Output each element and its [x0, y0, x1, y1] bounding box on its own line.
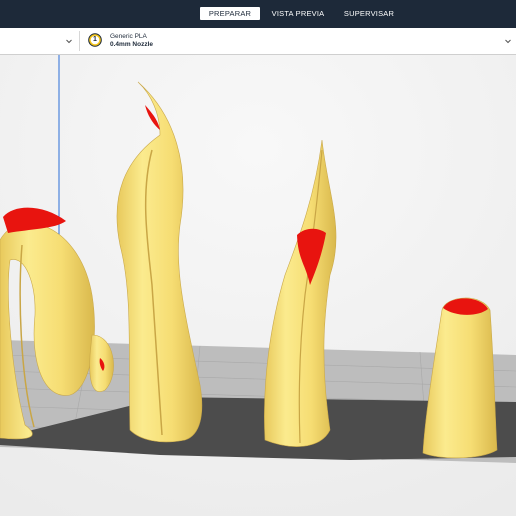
chevron-down-icon	[66, 39, 72, 44]
3d-viewport[interactable]	[0, 55, 516, 516]
material-nozzle-selector[interactable]: 1 Generic PLA 0.4mm Nozzle	[80, 28, 516, 54]
printer-selector[interactable]	[0, 28, 80, 54]
extruder-number: 1	[93, 36, 97, 43]
extruder-badge: 1	[88, 33, 102, 47]
chevron-down-icon	[505, 39, 511, 44]
tab-supervisar[interactable]: SUPERVISAR	[338, 7, 400, 20]
tab-vista-previa[interactable]: VISTA PREVIA	[268, 7, 328, 20]
nozzle-size: 0.4mm Nozzle	[110, 41, 153, 48]
material-name: Generic PLA	[110, 33, 147, 40]
tab-preparar[interactable]: PREPARAR	[200, 7, 260, 20]
top-navigation-bar: PREPARAR VISTA PREVIA SUPERVISAR	[0, 0, 516, 28]
